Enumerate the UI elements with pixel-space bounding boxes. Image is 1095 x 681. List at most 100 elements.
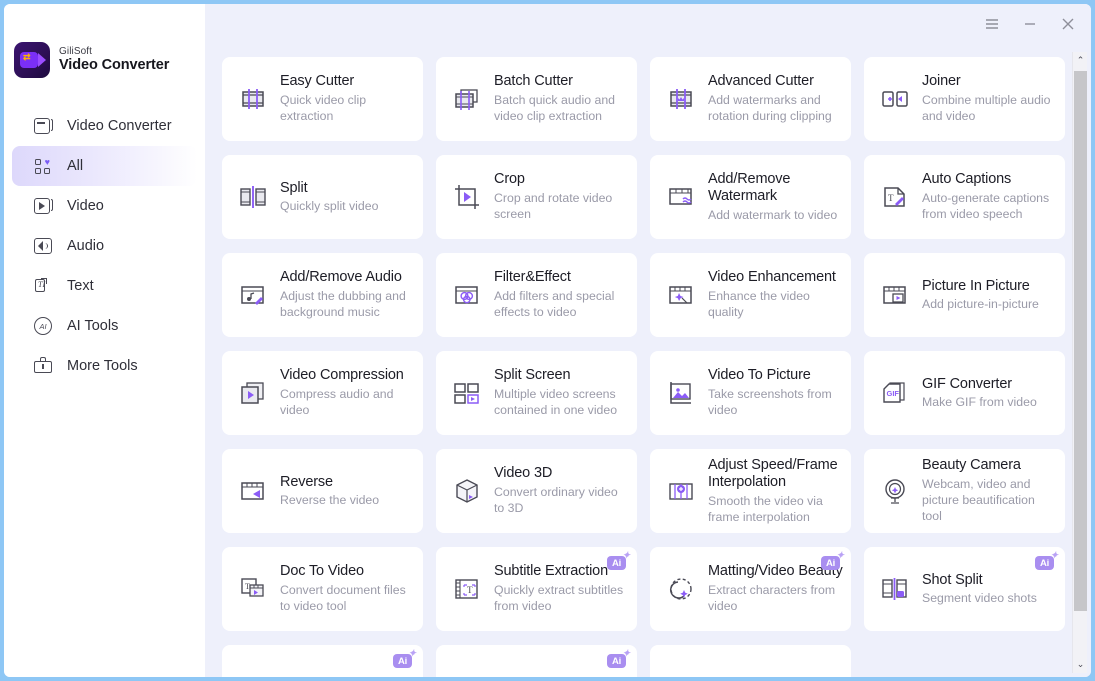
tool-card-reverse[interactable]: Reverse Reverse the video	[222, 449, 423, 533]
tool-title: Advanced Cutter	[708, 73, 814, 90]
tool-card-split[interactable]: Split Quickly split video	[222, 155, 423, 239]
tool-desc: Take screenshots from video	[708, 387, 832, 418]
scroll-down-arrow[interactable]: ⌄	[1073, 656, 1088, 673]
tool-title: Crop	[494, 171, 525, 188]
audio-note-pen-icon	[238, 280, 268, 310]
tool-title: Video Compression	[280, 367, 404, 384]
tool-card-beauty-camera[interactable]: Beauty Camera Webcam, video and picture …	[864, 449, 1065, 533]
ai-badge-label: Ai	[611, 655, 622, 667]
tool-desc: Reverse the video	[280, 493, 380, 508]
ai-badge-label: Ai	[825, 557, 836, 569]
gilisoft-logo-icon: ⇄	[14, 42, 50, 78]
tool-title: Easy Cutter	[280, 73, 355, 90]
sidebar-item-video[interactable]: Video	[12, 186, 197, 226]
tool-desc: Segment video shots	[922, 591, 1037, 606]
matting-icon	[666, 574, 696, 604]
tool-card-video-3d[interactable]: Video 3D Convert ordinary video to 3D	[436, 449, 637, 533]
tool-card-add-remove-audio[interactable]: Add/Remove Audio Adjust the dubbing and …	[222, 253, 423, 337]
tool-title: Auto Captions	[922, 171, 1012, 188]
close-icon[interactable]	[1059, 15, 1077, 33]
ai-badge: Ai ✦	[607, 649, 630, 668]
tool-card-batch-cutter[interactable]: Batch Cutter Batch quick audio and video…	[436, 57, 637, 141]
tool-card-crop[interactable]: Crop Crop and rotate video screen	[436, 155, 637, 239]
tools-scroll-area[interactable]: Easy Cutter Quick video clip extraction	[205, 44, 1091, 677]
tool-card-advanced-cutter[interactable]: Advanced Cutter Add watermarks and rotat…	[650, 57, 851, 141]
svg-text:GIF: GIF	[887, 389, 900, 398]
tool-card-video-compression[interactable]: Video Compression Compress audio and vid…	[222, 351, 423, 435]
split-screen-icon	[452, 378, 482, 408]
sidebar-item-text[interactable]: TI Text	[12, 266, 197, 306]
sidebar-item-label: Audio	[67, 238, 105, 254]
sidebar-item-all[interactable]: ♥ All	[12, 146, 197, 186]
sparkle-icon: ✦	[622, 550, 631, 560]
tool-title: Doc To Video	[280, 563, 364, 580]
tool-card-doc-to-video[interactable]: T Doc To Video Convert document files to…	[222, 547, 423, 631]
tool-card-partial-2[interactable]: Ai ✦	[436, 645, 637, 677]
join-arrows-icon	[880, 84, 910, 114]
sidebar: ⇄ GiliSoft Video Converter Video Convert…	[4, 4, 205, 677]
watermark-icon	[666, 182, 696, 212]
gif-pages-icon: GIF	[880, 378, 910, 408]
tool-card-picture-in-picture[interactable]: Picture In Picture Add picture-in-pictur…	[864, 253, 1065, 337]
brand-product: Video Converter	[59, 57, 170, 74]
ai-badge-label: Ai	[611, 557, 622, 569]
film-stack-icon	[452, 84, 482, 114]
sidebar-item-video-converter[interactable]: Video Converter	[12, 106, 197, 146]
film-cut-icon	[238, 84, 268, 114]
ai-badge: Ai ✦	[821, 551, 844, 570]
tool-card-joiner[interactable]: Joiner Combine multiple audio and video	[864, 57, 1065, 141]
filter-circles-icon	[452, 280, 482, 310]
sidebar-item-more-tools[interactable]: More Tools	[12, 346, 197, 386]
tool-desc: Make GIF from video	[922, 395, 1037, 410]
all-grid-icon: ♥	[34, 157, 52, 175]
pip-icon	[880, 280, 910, 310]
tool-desc: Crop and rotate video screen	[494, 191, 613, 222]
tool-card-video-enhancement[interactable]: Video Enhancement Enhance the video qual…	[650, 253, 851, 337]
ai-badge: Ai ✦	[607, 551, 630, 570]
tool-card-auto-captions[interactable]: T Auto Captions Auto-generate captions f…	[864, 155, 1065, 239]
ai-badge-label: Ai	[1039, 557, 1050, 569]
tool-title: Adjust Speed/Frame Interpolation	[708, 456, 838, 491]
tool-title: Batch Cutter	[494, 73, 573, 90]
sparkle-icon: ✦	[1050, 550, 1059, 560]
split-panels-icon	[238, 182, 268, 212]
tool-card-gif-converter[interactable]: GIF GIF Converter Make GIF from video	[864, 351, 1065, 435]
tool-title: Shot Split	[922, 571, 983, 588]
svg-text:T: T	[467, 585, 473, 595]
minimize-icon[interactable]	[1021, 15, 1039, 33]
tool-desc: Convert document files to video tool	[280, 583, 406, 614]
tool-title: GIF Converter	[922, 375, 1012, 392]
scrollbar-thumb[interactable]	[1074, 71, 1087, 611]
tool-desc: Auto-generate captions from video speech	[922, 191, 1050, 222]
tool-card-split-screen[interactable]: Split Screen Multiple video screens cont…	[436, 351, 637, 435]
tool-card-filter-effect[interactable]: Filter&Effect Add filters and special ef…	[436, 253, 637, 337]
tool-card-video-to-picture[interactable]: Video To Picture Take screenshots from v…	[650, 351, 851, 435]
audio-icon	[34, 237, 52, 255]
tool-desc: Extract characters from video	[708, 583, 836, 614]
tool-card-partial-1[interactable]: Ai ✦	[222, 645, 423, 677]
tool-card-partial-3[interactable]	[650, 645, 851, 677]
menu-icon[interactable]	[983, 15, 1001, 33]
tool-card-matting-video-beauty[interactable]: Matting/Video Beauty Extract characters …	[650, 547, 851, 631]
tool-title: Split Screen	[494, 367, 571, 384]
sidebar-item-ai-tools[interactable]: AI AI Tools	[12, 306, 197, 346]
tool-card-adjust-speed-frame-interpolation[interactable]: Adjust Speed/Frame Interpolation Smooth …	[650, 449, 851, 533]
sparkle-icon: ✦	[622, 648, 631, 658]
tool-desc: Combine multiple audio and video	[922, 93, 1051, 124]
sidebar-item-audio[interactable]: Audio	[12, 226, 197, 266]
scroll-up-arrow[interactable]: ⌃	[1073, 52, 1088, 69]
tool-card-shot-split[interactable]: Shot Split Segment video shots Ai ✦	[864, 547, 1065, 631]
text-icon: TI	[34, 277, 52, 295]
tool-card-add-remove-watermark[interactable]: Add/Remove Watermark Add watermark to vi…	[650, 155, 851, 239]
tool-desc: Multiple video screens contained in one …	[494, 387, 618, 418]
tools-grid: Easy Cutter Quick video clip extraction	[222, 44, 1065, 677]
ai-badge-label: Ai	[397, 655, 408, 667]
title-bar	[205, 4, 1091, 44]
enhance-wand-icon	[666, 280, 696, 310]
tool-desc: Adjust the dubbing and background music	[280, 289, 406, 320]
vertical-scrollbar[interactable]: ⌃ ⌄	[1072, 52, 1087, 673]
tool-card-subtitle-extraction[interactable]: T Subtitle Extraction Quickly extract su…	[436, 547, 637, 631]
brand-logo-block: ⇄ GiliSoft Video Converter	[4, 4, 205, 78]
tool-card-easy-cutter[interactable]: Easy Cutter Quick video clip extraction	[222, 57, 423, 141]
tool-desc: Add watermarks and rotation during clipp…	[708, 93, 832, 124]
